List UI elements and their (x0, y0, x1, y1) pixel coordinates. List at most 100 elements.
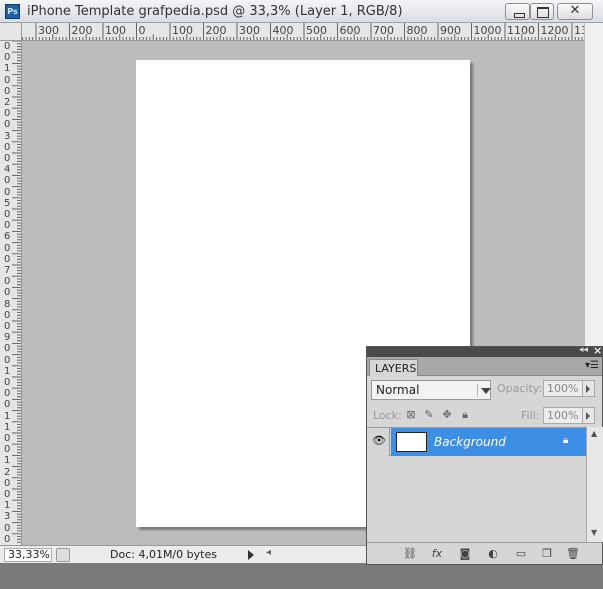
ruler-label: 1100 (507, 24, 535, 37)
ruler-label: 0 (4, 108, 11, 120)
panel-tabbar: LAYERS ▾☰ (367, 357, 602, 376)
layers-list: 👁︎ Background 🔒︎ (367, 427, 586, 542)
ruler-label: 13 (574, 24, 584, 37)
new-group-folder-icon[interactable]: ▭ (513, 547, 529, 561)
ruler-label: 0 (138, 24, 146, 37)
ruler-label: 0 (4, 522, 11, 534)
ruler-label: 400 (272, 24, 294, 37)
blend-mode-select[interactable]: Normal (371, 380, 491, 400)
lock-all-icon[interactable]: 🔒︎ (459, 409, 471, 421)
close-panel-icon[interactable]: × (593, 344, 602, 357)
layer-row[interactable]: 👁︎ Background 🔒︎ (367, 428, 586, 456)
ruler-label: 0 (4, 343, 11, 355)
maximize-button[interactable] (530, 3, 554, 20)
ruler-label: 500 (306, 24, 327, 37)
opacity-slider-toggle[interactable] (583, 380, 595, 397)
opacity-field[interactable]: 100% (543, 380, 583, 397)
panel-header[interactable]: ◂◂ × (367, 344, 602, 357)
close-button[interactable]: ✕ (557, 3, 593, 20)
ruler-label: 4 (4, 164, 11, 176)
fill-label: Fill: (521, 409, 540, 422)
ruler-origin[interactable] (0, 23, 22, 41)
layers-panel: ◂◂ × LAYERS ▾☰ Normal Opacity: 100% Lock… (366, 344, 603, 565)
ruler-label: 8 (4, 298, 11, 310)
ruler-label: 600 (339, 24, 361, 37)
ruler-label: 0 (4, 41, 11, 52)
blend-mode-value: Normal (376, 383, 420, 397)
ruler-label: 1 (4, 421, 11, 433)
collapse-panel-icon[interactable]: ◂◂ (579, 345, 588, 355)
ruler-label: 6 (4, 231, 11, 243)
scroll-left-icon[interactable]: ◂ (266, 547, 271, 558)
ruler-label: 0 (4, 321, 11, 332)
ruler-label: 700 (373, 24, 394, 37)
new-layer-icon[interactable]: ❐ (539, 547, 555, 561)
layers-scrollbar[interactable]: ▲ ▼ (586, 427, 603, 542)
ruler-label: 1 (4, 365, 11, 377)
scroll-down-icon[interactable]: ▼ (591, 528, 597, 537)
ruler-label: 3 (4, 511, 11, 523)
ruler-label: 0 (4, 220, 11, 232)
layer-visibility-toggle[interactable]: 👁︎ (367, 428, 390, 456)
ruler-label: 0 (4, 74, 11, 86)
ruler-label: 0 (4, 477, 11, 489)
minimize-button[interactable] (505, 3, 530, 20)
layer-lock-icon: 🔒︎ (563, 435, 569, 446)
ruler-label: 0 (4, 175, 11, 187)
ruler-label: 1000 (473, 24, 502, 37)
ruler-label: 0 (4, 287, 11, 299)
horizontal-ruler[interactable]: 300 200 100 0 100 200 300 400 500 600 700 800 900 100… (22, 23, 584, 41)
ruler-label: 1 (4, 455, 11, 467)
ruler-label: 900 (440, 24, 461, 37)
panel-footer: ⛓ fx ◙ ◐ ▭ ❐ 🗑︎ (367, 542, 602, 564)
photoshop-app-icon: Ps (5, 4, 20, 19)
ruler-label: 0 (4, 399, 11, 411)
ruler-label: 200 (205, 24, 227, 37)
ruler-label: 0 (4, 388, 11, 400)
ruler-label: 0 (4, 276, 11, 288)
lock-position-icon[interactable]: ✥ (441, 409, 453, 421)
vertical-ruler[interactable]: 0010020030040050060070080090010001100120… (0, 41, 22, 545)
add-mask-icon[interactable]: ◙ (457, 547, 473, 561)
close-icon: ✕ (569, 3, 581, 18)
ruler-label: 100 (172, 24, 193, 37)
ruler-label: 800 (406, 24, 428, 37)
trash-icon[interactable]: 🗑︎ (565, 547, 581, 561)
ruler-label: 5 (4, 197, 11, 209)
link-layers-icon[interactable]: ⛓ (402, 547, 418, 561)
ruler-label: 7 (4, 265, 11, 276)
ruler-label: 0 (4, 141, 11, 153)
ruler-label: 0 (4, 309, 11, 321)
ruler-label: 1 (4, 410, 11, 422)
ruler-label: 0 (4, 433, 11, 444)
scroll-up-icon[interactable]: ▲ (591, 429, 597, 438)
lock-label: Lock: (373, 409, 402, 422)
ruler-label: 0 (4, 533, 11, 545)
window-title: iPhone Template grafpedia.psd @ 33,3% (L… (27, 4, 403, 19)
tab-layers[interactable]: LAYERS (369, 359, 418, 376)
ruler-label: 0 (4, 186, 11, 198)
title-bar[interactable]: Ps iPhone Template grafpedia.psd @ 33,3%… (0, 0, 603, 23)
fill-slider-toggle[interactable] (583, 407, 595, 424)
ruler-label: 0 (4, 489, 11, 500)
lock-transparent-pixels-icon[interactable]: ⊠ (405, 409, 417, 421)
ruler-label: 1 (4, 500, 11, 512)
layer-style-fx-icon[interactable]: fx (429, 547, 445, 561)
status-menu-arrow-icon[interactable] (248, 550, 254, 560)
ruler-label: 0 (4, 242, 11, 254)
lock-image-pixels-icon[interactable]: ✎ (423, 409, 435, 421)
opacity-label: Opacity: (497, 382, 543, 395)
ruler-label: 0 (4, 444, 11, 456)
ruler-label: 2 (4, 97, 11, 108)
ruler-label: 300 (239, 24, 260, 37)
adjustment-layer-icon[interactable]: ◐ (485, 547, 501, 561)
ruler-label: 100 (105, 24, 126, 37)
status-info-icon[interactable] (56, 548, 70, 562)
eye-icon: 👁︎ (372, 434, 386, 447)
layer-selected[interactable]: Background 🔒︎ (391, 428, 586, 456)
fill-field[interactable]: 100% (543, 407, 583, 424)
zoom-field[interactable]: 33,33% (4, 548, 52, 562)
chevron-down-icon (477, 384, 491, 397)
ruler-label: 300 (38, 24, 59, 37)
panel-menu-icon[interactable]: ▾☰ (585, 360, 599, 371)
